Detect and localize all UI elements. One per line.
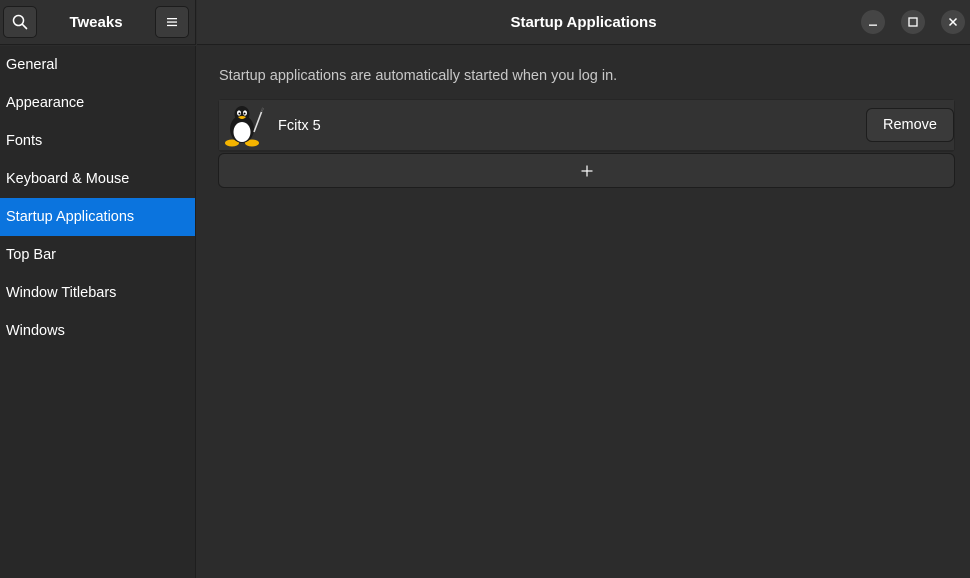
hamburger-menu-icon bbox=[167, 18, 177, 27]
sidebar-item-keyboard-mouse[interactable]: Keyboard & Mouse bbox=[0, 160, 195, 198]
close-icon bbox=[948, 17, 958, 27]
tux-penguin-icon bbox=[225, 106, 264, 147]
plus-icon bbox=[581, 165, 592, 176]
sidebar: General Appearance Fonts Keyboard & Mous… bbox=[0, 46, 196, 578]
sidebar-item-label: Keyboard & Mouse bbox=[6, 171, 130, 187]
app-name: Fcitx 5 bbox=[278, 117, 321, 134]
minimize-icon bbox=[869, 24, 877, 26]
tweaks-window: Tweaks Startup Applications General Appe… bbox=[0, 0, 970, 578]
add-startup-app-button[interactable] bbox=[218, 153, 955, 188]
sidebar-header: Tweaks bbox=[0, 0, 196, 45]
sidebar-item-startup-applications[interactable]: Startup Applications bbox=[0, 198, 195, 236]
sidebar-item-label: General bbox=[6, 57, 58, 73]
sidebar-item-label: Windows bbox=[6, 323, 65, 339]
sidebar-item-general[interactable]: General bbox=[0, 46, 195, 84]
main-menu-button[interactable] bbox=[155, 6, 189, 38]
main-content: Startup applications are automatically s… bbox=[197, 46, 970, 578]
page-description: Startup applications are automatically s… bbox=[219, 68, 618, 84]
maximize-icon bbox=[908, 17, 918, 27]
sidebar-item-top-bar[interactable]: Top Bar bbox=[0, 236, 195, 274]
sidebar-item-label: Startup Applications bbox=[6, 209, 135, 225]
search-icon bbox=[12, 14, 28, 30]
page-title: Startup Applications bbox=[510, 14, 657, 31]
sidebar-item-label: Window Titlebars bbox=[6, 285, 117, 301]
sidebar-item-windows[interactable]: Windows bbox=[0, 312, 195, 350]
list-item: Fcitx 5 Remove bbox=[219, 100, 954, 151]
sidebar-item-appearance[interactable]: Appearance bbox=[0, 84, 195, 122]
minimize-button[interactable] bbox=[861, 10, 885, 34]
maximize-button[interactable] bbox=[901, 10, 925, 34]
remove-button[interactable]: Remove bbox=[866, 108, 954, 142]
startup-app-list: Fcitx 5 Remove bbox=[218, 99, 955, 152]
sidebar-item-label: Top Bar bbox=[6, 247, 56, 263]
app-title: Tweaks bbox=[69, 14, 123, 31]
sidebar-item-label: Appearance bbox=[6, 95, 85, 111]
close-button[interactable] bbox=[941, 10, 965, 34]
sidebar-item-window-titlebars[interactable]: Window Titlebars bbox=[0, 274, 195, 312]
search-button[interactable] bbox=[3, 6, 37, 38]
sidebar-item-label: Fonts bbox=[6, 133, 43, 149]
content-header: Startup Applications bbox=[197, 0, 970, 45]
sidebar-item-fonts[interactable]: Fonts bbox=[0, 122, 195, 160]
